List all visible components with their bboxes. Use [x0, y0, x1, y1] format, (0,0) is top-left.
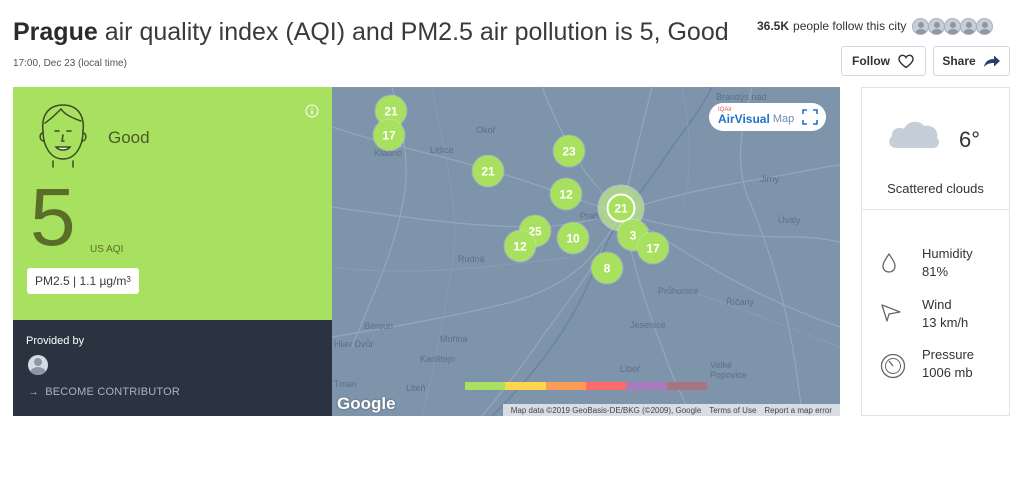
place-label: Praha — [580, 211, 605, 221]
humidity-row: Humidity 81% — [880, 246, 1005, 286]
aqi-marker[interactable]: 21 — [472, 155, 504, 187]
wind-direction-icon — [881, 304, 901, 322]
avatar — [976, 17, 994, 35]
place-label: Mořina — [440, 334, 468, 344]
avatar — [944, 17, 962, 35]
avatar — [912, 17, 930, 35]
humidity-label: Humidity — [922, 246, 973, 261]
aqi-value: 5 — [30, 172, 76, 263]
fullscreen-icon[interactable] — [802, 109, 818, 125]
aqi-level-label: Good — [108, 128, 150, 147]
place-label: Rudná — [458, 254, 485, 264]
place-label: Hlav Dvůr — [334, 339, 374, 349]
become-contributor-link[interactable]: → BECOME CONTRIBUTOR — [28, 386, 180, 398]
happy-face-icon — [39, 104, 87, 168]
aqi-marker[interactable]: 12 — [504, 230, 536, 262]
place-label: Průhonice — [658, 286, 699, 296]
wind-row: Wind 13 km/h — [880, 297, 1005, 337]
aqi-marker-selected[interactable]: 21 — [606, 193, 636, 223]
cloud-icon — [889, 121, 940, 148]
airvisual-brand: AirVisual — [718, 112, 770, 126]
place-label: Beroun — [364, 321, 394, 331]
place-label: Tman — [334, 379, 358, 389]
wind-label: Wind — [922, 297, 952, 312]
place-label: Brandýs nad — [716, 92, 767, 102]
arrow-right-icon: → — [28, 386, 40, 398]
pressure-label: Pressure — [922, 347, 975, 362]
divider — [862, 209, 1009, 210]
place-label: Karlštejn — [420, 354, 456, 364]
droplet-icon — [882, 252, 896, 273]
aqi-marker[interactable]: 8 — [591, 252, 623, 284]
place-label: Jesenice — [630, 320, 666, 330]
temperature: 6° — [959, 127, 981, 152]
aqi-scale-segment — [505, 382, 546, 390]
follow-button[interactable]: Follow — [841, 46, 926, 76]
aqi-marker[interactable]: 12 — [550, 178, 582, 210]
place-label: Liteň — [406, 383, 426, 393]
provided-by-label: Provided by — [26, 335, 85, 347]
weather-card: 6° Scattered clouds Humidity 81% Wind 13… — [861, 87, 1010, 416]
air-quality-map[interactable]: Okoř Kladno Lidice Praha Brandýs nad Jir… — [332, 87, 840, 416]
place-label: Velké Popovice — [710, 360, 748, 380]
followers-text: people follow this city — [793, 19, 907, 33]
followers-count: 36.5K — [757, 19, 790, 33]
provider-panel: Provided by → BECOME CONTRIBUTOR — [13, 320, 332, 416]
weather-condition: Scattered clouds — [887, 181, 984, 196]
google-logo: Google — [337, 394, 396, 413]
pollutant-concentration: PM2.5 | 1.1 µg/m 3 — [27, 268, 139, 294]
local-timestamp: 17:00, Dec 23 (local time) — [13, 58, 127, 69]
place-label: Úvaly — [778, 215, 801, 225]
gauge-icon — [880, 353, 906, 379]
terms-of-use-link[interactable]: Terms of Use — [709, 406, 756, 415]
map-attribution: Map data ©2019 GeoBasis-DE/BKG (©2009), … — [502, 404, 840, 416]
place-label: Libeř — [620, 364, 641, 374]
follow-button-label: Follow — [852, 54, 890, 68]
airvisual-map-badge[interactable]: IQAir AirVisual Map — [709, 103, 826, 131]
avatar — [928, 17, 946, 35]
aqi-marker[interactable]: 10 — [557, 222, 589, 254]
airvisual-logo: IQAir — [718, 107, 732, 113]
place-label: Říčany — [726, 297, 755, 307]
pressure-value: 1006 mb — [922, 365, 973, 380]
share-arrow-icon — [983, 55, 1000, 67]
aqi-scale-segment — [626, 382, 667, 390]
airvisual-map-label: Map — [772, 113, 795, 125]
map-data-credit: Map data ©2019 GeoBasis-DE/BKG (©2009), … — [510, 405, 702, 415]
aqi-unit: US AQI — [90, 244, 124, 255]
wind-value: 13 km/h — [922, 315, 969, 330]
pollutant-text: PM2.5 | 1.1 µg/m — [35, 274, 127, 288]
provider-avatar[interactable] — [28, 355, 48, 375]
title-text: air quality index (AQI) and PM2.5 air po… — [97, 18, 729, 46]
humidity-value: 81% — [922, 264, 949, 279]
followers-info: 36.5K people follow this city — [757, 17, 994, 35]
follower-avatars — [912, 17, 994, 35]
pressure-row: Pressure 1006 mb — [880, 347, 1005, 387]
place-label: Okoř — [476, 125, 496, 135]
aqi-scale-segment — [545, 382, 586, 390]
report-map-error-link[interactable]: Report a map error — [764, 406, 832, 415]
info-icon[interactable] — [305, 104, 319, 118]
place-label: Jirny — [760, 174, 780, 184]
aqi-marker[interactable]: 23 — [553, 135, 585, 167]
page-title: Prague air quality index (AQI) and PM2.5… — [13, 16, 729, 48]
share-button[interactable]: Share — [933, 46, 1010, 76]
city-name: Prague — [13, 18, 98, 46]
aqi-color-scale — [465, 382, 707, 390]
aqi-marker[interactable]: 17 — [373, 119, 405, 151]
avatar — [960, 17, 978, 35]
aqi-marker[interactable]: 17 — [637, 232, 669, 264]
aqi-scale-segment — [666, 382, 707, 390]
become-contributor-label: BECOME CONTRIBUTOR — [45, 386, 180, 398]
aqi-scale-segment — [585, 382, 627, 390]
aqi-scale-segment — [465, 382, 506, 390]
pollutant-unit-exponent: 3 — [126, 274, 131, 284]
heart-icon — [898, 54, 914, 69]
place-label: Lidice — [430, 145, 454, 155]
aqi-panel: Good 5 US AQI PM2.5 | 1.1 µg/m 3 — [13, 87, 332, 320]
share-button-label: Share — [942, 54, 976, 68]
